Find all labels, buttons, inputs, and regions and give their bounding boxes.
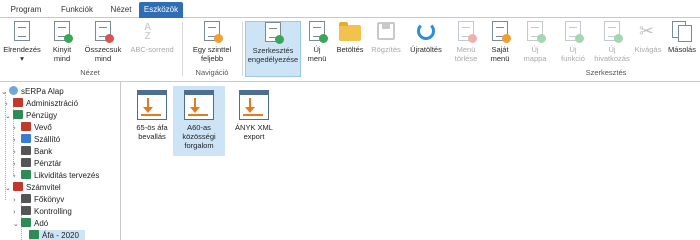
chevron-right-icon: › <box>13 148 16 156</box>
new-folder-icon <box>523 21 547 43</box>
group-label-szerkesztes: Szerkesztés <box>585 68 627 77</box>
tree-item-penzugy[interactable]: ⌄ Pénzügy <box>5 110 57 122</box>
chevron-down-icon: ⌄ <box>5 112 11 120</box>
module-icon <box>21 170 31 179</box>
new-menu-button[interactable]: Új menü <box>303 21 331 77</box>
chevron-right-icon: › <box>13 208 16 216</box>
menu-tab-bar: Program Funkciók Nézet Eszközök <box>0 0 700 18</box>
save-icon <box>374 21 398 43</box>
tree-item-likviditas[interactable]: › Likviditás tervezés <box>13 170 99 182</box>
tree-item-bank[interactable]: › Bank <box>13 146 52 158</box>
chevron-down-icon: ⌄ <box>5 184 11 192</box>
tree-item-ado[interactable]: ⌄ Adó <box>13 218 48 230</box>
tree-item-szallito[interactable]: › Szállító <box>13 134 60 146</box>
tab-nezet[interactable]: Nézet <box>104 2 138 18</box>
save-button[interactable]: Rögzítés <box>369 21 403 77</box>
chevron-right-icon: › <box>13 172 16 180</box>
reload-icon <box>414 21 438 43</box>
module-icon <box>13 182 23 191</box>
chevron-right-icon: › <box>13 196 16 204</box>
ribbon-toolbar: Elrendezés ▾ Kinyit mind Összecsuk mind … <box>0 18 700 82</box>
layout-icon <box>10 21 34 43</box>
level-up-icon <box>200 21 224 43</box>
chevron-right-icon: › <box>13 160 16 168</box>
content-item-a60[interactable]: A60-as közösségi forgalom <box>173 86 225 156</box>
chevron-right-icon: › <box>13 124 16 132</box>
ribbon-separator <box>182 22 183 76</box>
module-icon <box>21 146 31 155</box>
new-link-icon <box>600 21 624 43</box>
export-document-icon <box>184 90 214 120</box>
person-icon <box>9 86 18 95</box>
tree-item-szamvitel[interactable]: ⌄ Számvitel <box>5 182 61 194</box>
tree-item-penztar[interactable]: › Pénztár <box>13 158 62 170</box>
scissors-icon: ✂ <box>639 21 655 42</box>
copy-icon <box>670 21 694 43</box>
tree-item-fokonyv[interactable]: › Főkönyv <box>13 194 64 206</box>
new-function-icon <box>561 21 585 43</box>
module-icon <box>21 158 31 167</box>
export-document-icon <box>137 90 167 120</box>
collapse-all-icon <box>91 21 115 43</box>
export-document-icon <box>239 90 269 120</box>
chevron-down-icon: ⌄ <box>13 220 19 228</box>
tree-item-afa-2020[interactable]: Áfa - 2020 <box>29 230 85 240</box>
module-icon <box>29 230 39 239</box>
new-menu-icon <box>305 21 329 43</box>
copy-button[interactable]: Másolás <box>665 21 699 77</box>
reload-button[interactable]: Újratöltés <box>405 21 447 77</box>
tree-root[interactable]: ⌄ sERPa Alap <box>1 86 64 98</box>
content-item-anyk-xml[interactable]: ÁNYK XML export <box>226 86 282 152</box>
chevron-down-icon: ⌄ <box>1 88 7 96</box>
navigation-tree: ⌄ sERPa Alap › Adminisztráció ⌄ Pénzügy › Ve… <box>0 82 121 240</box>
tab-funkciok[interactable]: Funkciók <box>55 2 99 18</box>
module-icon <box>21 122 31 131</box>
chevron-right-icon: › <box>13 136 16 144</box>
tree-item-adminisztracio[interactable]: › Adminisztráció <box>5 98 78 110</box>
content-item-65-afa[interactable]: 65-ös áfa bevallás <box>124 86 180 152</box>
chevron-right-icon: › <box>5 100 8 108</box>
module-icon <box>21 206 31 215</box>
delete-menu-button[interactable]: Menü törlése <box>449 21 483 77</box>
tree-item-vevo[interactable]: › Vevő <box>13 122 52 134</box>
enable-edit-button[interactable]: Szerkesztés engedélyezése <box>245 21 301 77</box>
delete-menu-icon <box>454 21 478 43</box>
sort-az-icon: AZ <box>144 22 152 42</box>
module-icon <box>21 218 31 227</box>
module-icon <box>21 194 31 203</box>
own-menu-button[interactable]: Saját menü <box>485 21 515 77</box>
new-folder-button[interactable]: Új mappa <box>517 21 553 77</box>
group-label-navigacio: Navigáció <box>195 68 229 77</box>
group-label-nezet: Nézet <box>80 68 100 77</box>
own-menu-icon <box>488 21 512 43</box>
tab-eszkozok[interactable]: Eszközök <box>139 2 183 18</box>
module-icon <box>21 134 31 143</box>
content-panel: 65-ös áfa bevallás A60-as közösségi forg… <box>122 82 700 240</box>
folder-icon <box>338 21 362 43</box>
module-icon <box>13 98 23 107</box>
tab-program[interactable]: Program <box>4 2 48 18</box>
tree-item-kontrolling[interactable]: › Kontrolling <box>13 206 72 218</box>
enable-edit-icon <box>261 22 285 44</box>
expand-all-icon <box>50 21 74 43</box>
load-button[interactable]: Betöltés <box>333 21 367 77</box>
ribbon-separator <box>242 22 243 76</box>
module-icon <box>13 110 23 119</box>
